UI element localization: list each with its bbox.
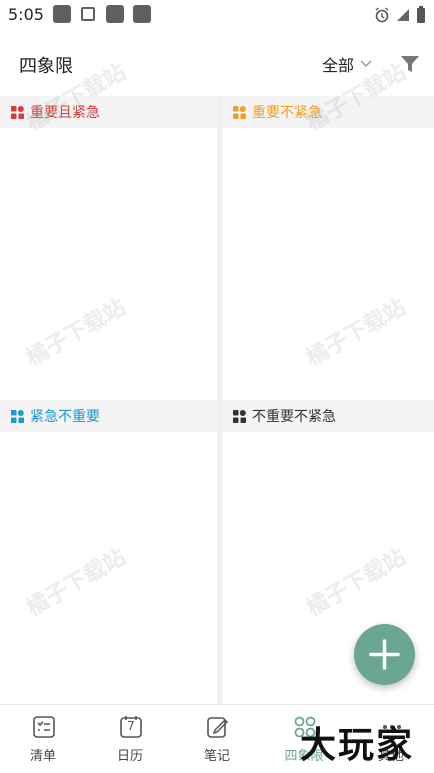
page-title: 四象限 bbox=[19, 56, 73, 77]
quadrant-icon bbox=[233, 105, 246, 119]
nav-label: 清单 bbox=[29, 749, 56, 764]
nav-item-calendar[interactable]: 7 日历 bbox=[87, 705, 173, 773]
quadrant-header: 不重要不紧急 bbox=[222, 400, 434, 432]
quadrant-icon bbox=[11, 105, 24, 119]
filter-icon[interactable] bbox=[400, 54, 420, 74]
battery-icon bbox=[417, 6, 425, 23]
nav-item-notes[interactable]: 笔记 bbox=[174, 705, 260, 773]
overlay-logo: 大玩家 bbox=[300, 725, 415, 766]
app-notification-icon bbox=[81, 7, 95, 21]
nav-item-checklist[interactable]: 清单 bbox=[0, 705, 86, 773]
quadrant-label: 紧急不重要 bbox=[30, 409, 100, 425]
quadrant-important-urgent[interactable]: 重要且紧急 bbox=[0, 96, 217, 400]
quadrant-important-not-urgent[interactable]: 重要不紧急 bbox=[222, 96, 434, 400]
quadrant-header: 重要且紧急 bbox=[0, 96, 217, 128]
quadrant-label: 重要且紧急 bbox=[30, 105, 100, 121]
nav-label: 日历 bbox=[116, 749, 143, 764]
chevron-down-icon bbox=[360, 60, 372, 68]
top-bar: 四象限 全部 bbox=[0, 30, 434, 96]
note-icon bbox=[207, 717, 229, 738]
calendar-day: 7 bbox=[127, 719, 135, 733]
quadrant-label: 不重要不紧急 bbox=[252, 409, 336, 425]
notification-icon bbox=[53, 5, 71, 23]
quadrant-header: 紧急不重要 bbox=[0, 400, 217, 432]
category-filter-dropdown[interactable]: 全部 bbox=[322, 52, 372, 76]
status-time: 5:05 bbox=[8, 5, 44, 24]
alarm-icon bbox=[375, 7, 389, 23]
plus-icon bbox=[369, 639, 400, 670]
quadrant-icon bbox=[11, 409, 24, 423]
checklist-icon bbox=[33, 716, 55, 738]
status-bar: 5:05 bbox=[0, 0, 434, 30]
quadrant-header: 重要不紧急 bbox=[222, 96, 434, 128]
notification-icon bbox=[106, 5, 124, 23]
quadrant-urgent-not-important[interactable]: 紧急不重要 bbox=[0, 400, 217, 704]
quadrant-grid: 重要且紧急 重要不紧急 紧急不重要 不重要不紧急 bbox=[0, 96, 434, 704]
nav-label: 笔记 bbox=[203, 749, 230, 764]
category-filter-label: 全部 bbox=[322, 56, 355, 75]
quadrant-icon bbox=[233, 409, 246, 423]
notification-icon bbox=[133, 5, 151, 23]
signal-icon bbox=[397, 9, 409, 21]
quadrant-label: 重要不紧急 bbox=[252, 105, 322, 121]
add-task-button[interactable] bbox=[354, 624, 415, 685]
